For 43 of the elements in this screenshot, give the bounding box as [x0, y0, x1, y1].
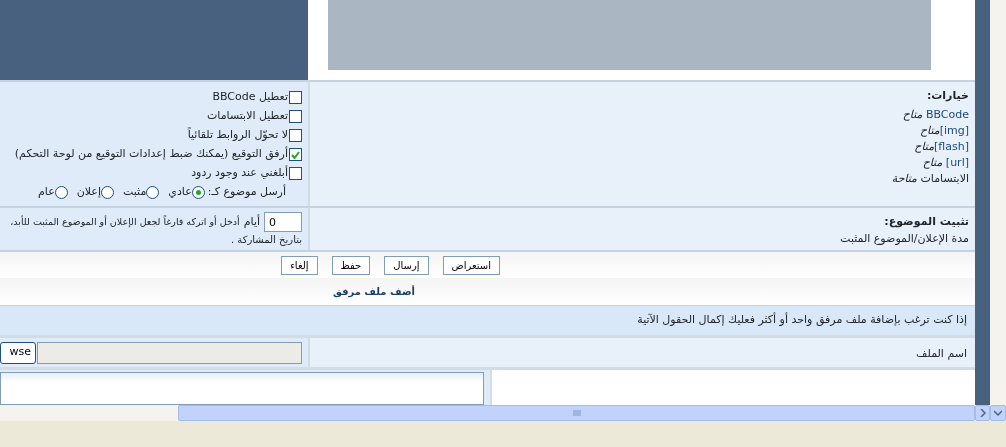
post-as-label: أرسل موضوع كـ: [207, 184, 286, 201]
filename-label: اسم الملف [916, 347, 967, 360]
sticky-subtitle: مدة الإعلان/الموضوع المثبت [839, 230, 969, 247]
scroll-right-button[interactable] [975, 405, 990, 421]
info-text: إذا كنت ترغب بإضافة ملف مرفق واحد أو أكثر فعليك إكمال الحقول الآتية [0, 305, 975, 335]
scrollbar-thumb[interactable] [178, 405, 975, 421]
chevron-down-icon [994, 410, 1002, 416]
radio-button[interactable] [191, 186, 205, 199]
radio-button[interactable] [54, 186, 68, 199]
radio-label: عام [37, 184, 55, 201]
checkbox-label: تعطيل الابتسامات [207, 108, 288, 125]
checkbox-label: أبلغني عند وجود ردود [191, 165, 288, 182]
options-heading: خيارات: [925, 88, 969, 104]
days-unit: أيام [243, 213, 260, 230]
hint-text: أدخل أو اتركه فارغاً لجعل الإعلان أو الموضوع المثبت للأبد، [10, 214, 240, 229]
days-input[interactable]: 0 [264, 212, 302, 232]
sticky-heading: تثبيت الموضوع: [883, 214, 969, 230]
browse-button[interactable]: wse [0, 341, 36, 364]
radio-button[interactable] [100, 186, 114, 199]
checkbox-label: أرفق التوقيع (يمكنك ضبط إعدادات التوقيع من لوحة التحكم) [14, 146, 288, 163]
checkbox[interactable] [289, 167, 302, 180]
file-path-field[interactable] [37, 341, 302, 364]
checkbox[interactable] [289, 148, 302, 161]
radio-label: إعلان [76, 184, 101, 201]
grip-icon [572, 410, 581, 416]
radio-button[interactable] [146, 186, 160, 199]
form-button[interactable]: إلغاء [281, 255, 318, 275]
radio-label: مثبت [122, 184, 147, 201]
form-button[interactable]: استعراض [442, 255, 500, 275]
form-button[interactable]: إرسال [384, 255, 429, 275]
checkbox[interactable] [289, 91, 302, 104]
chevron-right-icon [979, 409, 986, 417]
radio-label: عادي [168, 184, 192, 201]
checkbox[interactable] [289, 129, 302, 142]
description-field[interactable] [0, 372, 484, 405]
hint-text: بتاريخ المشاركة . [230, 233, 302, 247]
checkbox-label: تعطيل BBCode [212, 89, 288, 106]
scroll-down-button[interactable] [990, 405, 1006, 421]
checkbox[interactable] [289, 110, 302, 123]
checkbox-label: لا تحوّل الروابط تلقائياً [187, 127, 288, 144]
option-status-text: الابتسامات متاحة [890, 170, 969, 187]
section-title: أضف ملف مرفق [332, 284, 415, 299]
form-button[interactable]: حفظ [331, 255, 371, 275]
